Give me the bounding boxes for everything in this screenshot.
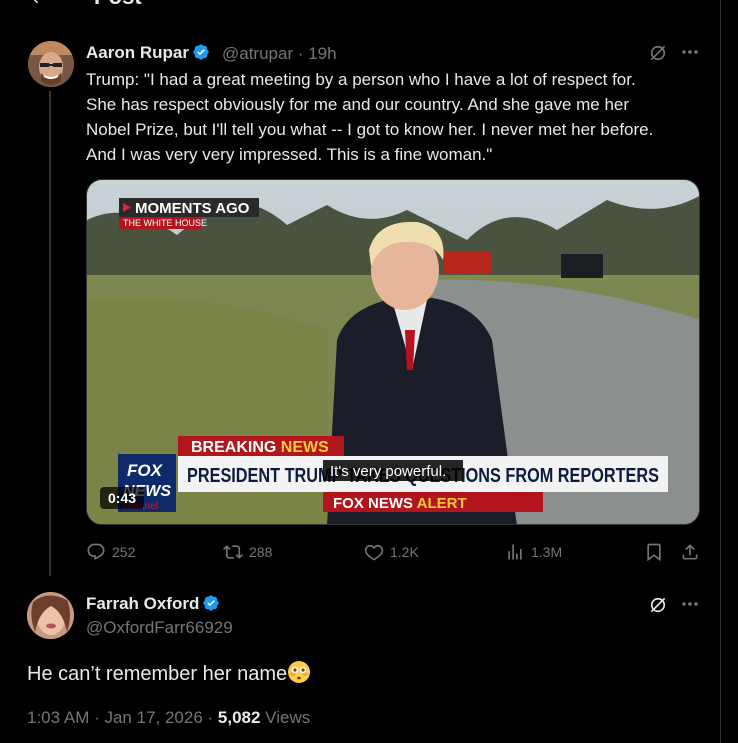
repost-count: 288 (249, 544, 273, 560)
alert-fox-news: FOX NEWS (333, 495, 413, 512)
grok-icon[interactable] (648, 595, 668, 615)
reply-icon (87, 543, 105, 561)
alert-label: ALERT (417, 495, 467, 512)
author-name[interactable]: Aaron Rupar (86, 43, 210, 63)
thread-line (49, 91, 51, 576)
reply-author-name-text[interactable]: Farrah Oxford (86, 594, 199, 613)
avatar-farrah-oxford[interactable] (27, 592, 74, 639)
bookmark-icon[interactable] (644, 542, 664, 562)
svg-text:BREAKING NEWS: BREAKING NEWS (191, 439, 329, 456)
grok-icon[interactable] (648, 43, 668, 63)
video-duration: 0:43 (100, 487, 145, 509)
white-house-label: THE WHITE HOUSE (123, 218, 207, 228)
tweet-actions: 252 288 1.2K 1.3M (86, 540, 706, 564)
tweet-text: Trump: "I had a great meeting by a perso… (86, 70, 654, 164)
share-icon[interactable] (680, 542, 700, 562)
author-name-text[interactable]: Aaron Rupar (86, 43, 189, 62)
reply-text-content: He can’t remember her name (27, 663, 288, 685)
reply-button[interactable]: 252 (86, 540, 135, 564)
svg-text:FOX NEWS ALERT: FOX NEWS ALERT (333, 495, 467, 512)
post-views-label: Views (260, 708, 311, 727)
page-title: Post (94, 0, 142, 10)
author-handle[interactable]: @atrupar · 19h (222, 44, 337, 64)
news-label: NEWS (281, 439, 329, 456)
like-button[interactable]: 1.2K (364, 540, 419, 564)
like-count: 1.2K (390, 544, 419, 560)
video-frame: MOMENTS AGO THE WHITE HOUSE BREAKING NEW… (87, 180, 699, 524)
view-count: 1.3M (531, 544, 563, 560)
back-arrow-icon[interactable] (28, 0, 46, 6)
more-options-icon[interactable] (681, 49, 699, 55)
fox-logo-top: FOX (127, 461, 164, 480)
video-player[interactable]: MOMENTS AGO THE WHITE HOUSE BREAKING NEW… (86, 179, 700, 525)
heart-icon (364, 544, 384, 561)
reply-text: He can’t remember her name (27, 660, 311, 686)
verified-badge-icon (203, 595, 220, 611)
post-frame: Post Aaron Rupar @atrupar · 19h Trump: "… (0, 0, 721, 743)
repost-icon (223, 545, 243, 559)
views-chart-icon (508, 544, 522, 560)
more-options-icon[interactable] (681, 601, 699, 607)
views-button[interactable]: 1.3M (505, 540, 562, 564)
flushed-face-icon (288, 661, 311, 683)
post-timestamp[interactable]: 1:03 AM · Jan 17, 2026 · (27, 708, 218, 727)
avatar-aaron-rupar[interactable] (28, 41, 74, 87)
post-metadata: 1:03 AM · Jan 17, 2026 · 5,082 Views (27, 708, 310, 728)
repost-button[interactable]: 288 (223, 540, 272, 564)
reply-author-name[interactable]: Farrah Oxford (86, 594, 220, 614)
reply-count: 252 (112, 544, 136, 560)
verified-badge-icon (193, 44, 209, 60)
breaking-label: BREAKING (191, 439, 276, 456)
moments-ago-label: MOMENTS AGO (135, 200, 250, 217)
post-view-count: 5,082 (217, 708, 261, 727)
post-header: Post (0, 0, 720, 10)
caption-text: It's very powerful. (330, 463, 446, 480)
reply-author-handle[interactable]: @OxfordFarr66929 (86, 618, 233, 638)
